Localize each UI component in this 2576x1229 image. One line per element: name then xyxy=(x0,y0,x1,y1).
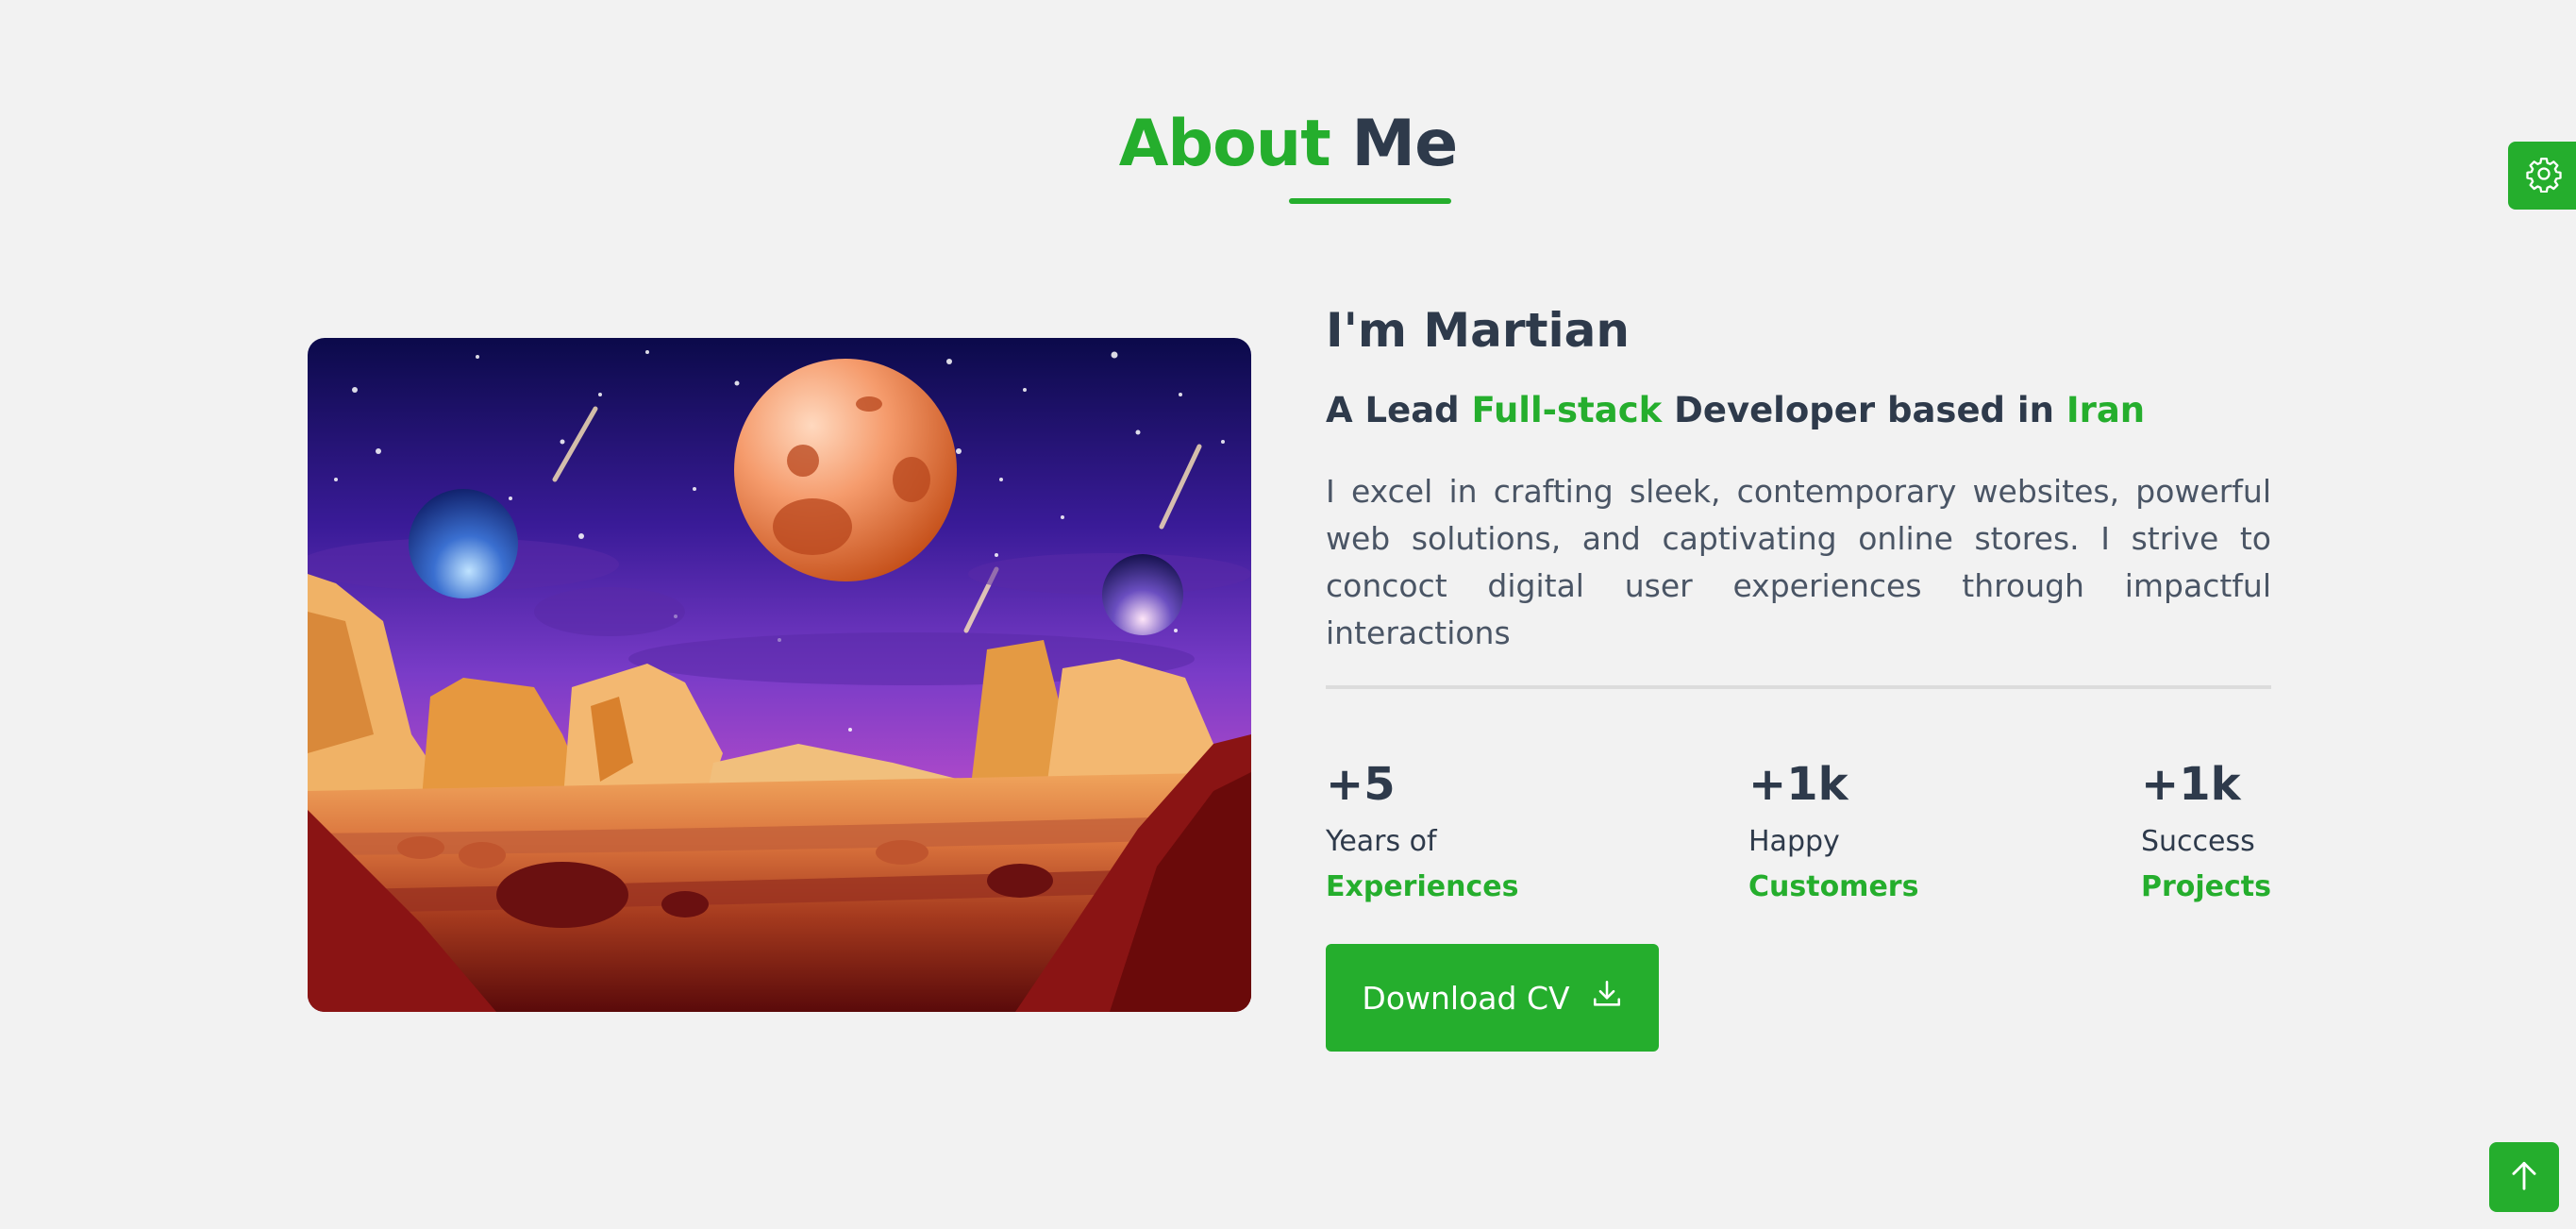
stat-customers: +1k Happy Customers xyxy=(1748,757,1918,906)
stat-projects: +1k Success Projects xyxy=(2141,757,2271,906)
stats-row: +5 Years of Experiences +1k Happy Custom… xyxy=(1326,757,2271,908)
stat-highlight: Projects xyxy=(2140,870,2271,903)
stat-value: +1k xyxy=(1748,758,1848,811)
scroll-to-top-button[interactable] xyxy=(2489,1142,2559,1212)
stat-label: Success xyxy=(2140,825,2255,858)
role-line: A Lead Full-stack Developer based in Ira… xyxy=(1326,387,2271,434)
stat-value: +1k xyxy=(2140,758,2241,811)
stat-value: +5 xyxy=(1326,758,1396,811)
content-divider xyxy=(1326,685,2271,689)
role-middle: Developer based in xyxy=(1674,390,2054,430)
role-location: Iran xyxy=(2066,390,2146,430)
download-cv-label: Download CV xyxy=(1362,979,1570,1017)
download-cv-button[interactable]: Download CV xyxy=(1326,944,1659,1052)
section-title: About Me xyxy=(0,102,2576,187)
gear-icon xyxy=(2525,155,2563,196)
title-underline xyxy=(1289,198,1451,204)
hero-illustration xyxy=(308,338,1251,1012)
greeting-heading: I'm Martian xyxy=(1326,303,1630,358)
section-title-rest: Me xyxy=(1351,107,1458,181)
role-prefix: A Lead xyxy=(1326,390,1460,430)
download-icon xyxy=(1591,978,1623,1018)
bio-text: I excel in crafting sleek, contemporary … xyxy=(1326,473,2271,651)
stat-highlight: Customers xyxy=(1748,870,1919,903)
about-content: I'm Martian A Lead Full-stack Developer … xyxy=(1326,300,2271,908)
stat-highlight: Experiences xyxy=(1326,870,1519,903)
role-highlight: Full-stack xyxy=(1471,390,1663,430)
settings-button[interactable] xyxy=(2508,142,2576,210)
arrow-up-icon xyxy=(2506,1157,2542,1197)
stat-label: Years of xyxy=(1326,825,1437,858)
stat-experience: +5 Years of Experiences xyxy=(1326,757,1518,906)
section-title-accent: About xyxy=(1118,107,1331,181)
stat-label: Happy xyxy=(1748,825,1840,858)
